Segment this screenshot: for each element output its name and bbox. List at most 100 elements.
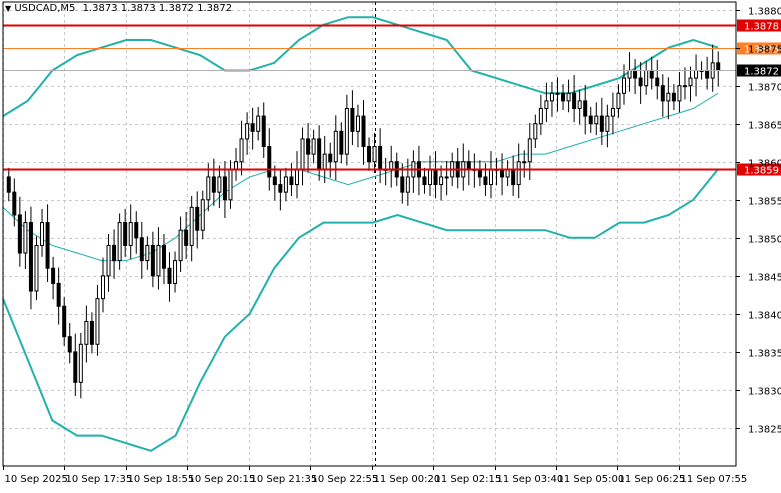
candle-bull: [666, 92, 671, 102]
candle-bull: [311, 138, 316, 155]
candle-bear: [511, 168, 516, 186]
candle-bull: [610, 107, 615, 117]
candle-bear: [73, 351, 78, 383]
candle-bull: [688, 77, 693, 87]
candle-bull: [40, 222, 45, 246]
chart-window[interactable]: 1.3878 1.3875 1.3859 1.3872 1.3825 1.3830 1.3…: [0, 0, 781, 489]
candle-bull: [34, 244, 39, 292]
candle-bear: [167, 267, 172, 284]
candle-bear: [433, 168, 438, 186]
candle-bull: [538, 107, 543, 125]
candle-bull: [516, 161, 521, 186]
candle-bear: [89, 320, 94, 345]
x-tick-label: 11 Sep 03:40: [497, 474, 564, 485]
x-tick-label: 11 Sep 02:15: [435, 474, 502, 485]
candle-bull: [78, 343, 83, 383]
candle-bear: [361, 115, 366, 148]
candle-bear: [139, 237, 144, 262]
x-tick-label: 10 Sep 18:55: [128, 474, 195, 485]
candle-bear: [400, 176, 405, 193]
candle-bear: [378, 146, 383, 170]
x-tick-label: 10 Sep 22:55: [312, 474, 379, 485]
y-tick-label: 1.3845: [748, 273, 781, 284]
candle-bull: [677, 85, 682, 102]
price-chart[interactable]: 1.38781.38751.38591.3872 1.38251.38301.3…: [0, 0, 781, 489]
candle-bear: [45, 222, 50, 269]
candles-layer: [6, 44, 721, 399]
candle-bear: [660, 85, 665, 102]
candle-bear: [272, 176, 277, 186]
candle-bull: [522, 161, 527, 164]
candle-bull: [372, 146, 377, 163]
candle-bear: [17, 214, 22, 254]
candle-bear: [649, 69, 654, 79]
y-tick-label: 1.3840: [748, 311, 781, 322]
candle-bear: [184, 229, 189, 246]
candle-bear: [422, 176, 427, 186]
candle-bull: [128, 222, 133, 246]
y-tick-label: 1.3835: [748, 349, 781, 360]
candle-bear: [261, 115, 266, 148]
candle-bear: [62, 305, 67, 338]
candle-bear: [67, 336, 72, 353]
candle-bear: [367, 146, 372, 163]
candle-bull: [100, 275, 105, 300]
bollinger-bands-layer: [2, 16, 719, 452]
candle-bull: [389, 161, 394, 170]
candle-bear: [134, 222, 139, 239]
candle-bear: [633, 69, 638, 79]
price-level-label: 1.3878: [744, 22, 779, 33]
candle-bear: [599, 115, 604, 132]
candle-bull: [189, 206, 194, 246]
candle-bear: [561, 92, 566, 102]
candle-bull: [627, 69, 632, 79]
candle-bear: [161, 244, 166, 269]
candle-bear: [339, 130, 344, 155]
candle-bull: [228, 168, 233, 201]
candle-bear: [572, 92, 577, 109]
candle-bear: [222, 176, 227, 201]
candle-bull: [206, 176, 211, 201]
candle-bull: [594, 115, 599, 125]
bollinger-lower-line: [2, 168, 719, 452]
candle-bear: [51, 267, 56, 284]
candle-bear: [306, 138, 311, 155]
candle-bull: [333, 130, 338, 163]
candle-bull: [106, 244, 111, 277]
candle-bull: [156, 244, 161, 277]
y-tick-label: 1.3865: [748, 121, 781, 132]
x-tick-label: 11 Sep 07:55: [681, 474, 748, 485]
chart-header: ▼ USDCAD,M5 1.3873 1.3873 1.3872 1.3872: [5, 3, 232, 14]
candle-bull: [217, 176, 222, 193]
candle-bear: [588, 115, 593, 125]
candle-bull: [294, 168, 299, 186]
candle-bull: [644, 69, 649, 87]
current-price-label: 1.3872: [744, 67, 779, 78]
x-tick-label: 11 Sep 05:00: [558, 474, 625, 485]
candle-bull: [283, 176, 288, 193]
y-tick-label: 1.3875: [748, 45, 781, 56]
candle-bull: [577, 100, 582, 109]
candle-bear: [112, 244, 117, 262]
candle-bear: [317, 138, 322, 170]
candle-bull: [239, 138, 244, 163]
candle-bull: [405, 176, 410, 193]
x-tick-label: 10 Sep 17:35: [66, 474, 133, 485]
candle-bull: [300, 138, 305, 170]
candle-bull: [555, 92, 560, 95]
candle-bear: [278, 184, 283, 193]
y-tick-label: 1.3825: [748, 425, 781, 436]
candle-bear: [56, 282, 61, 307]
candle-bull: [178, 229, 183, 262]
candle-bear: [150, 244, 155, 277]
candle-bull: [84, 320, 89, 345]
candle-bear: [123, 222, 128, 246]
candle-bull: [605, 115, 610, 132]
triangle-down-icon[interactable]: ▼: [5, 4, 11, 13]
y-tick-label: 1.3855: [748, 197, 781, 208]
candle-bull: [694, 69, 699, 79]
candle-bear: [6, 176, 11, 193]
x-tick-label: 10 Sep 20:15: [189, 474, 256, 485]
candle-bear: [655, 77, 660, 87]
candle-bear: [250, 123, 255, 132]
